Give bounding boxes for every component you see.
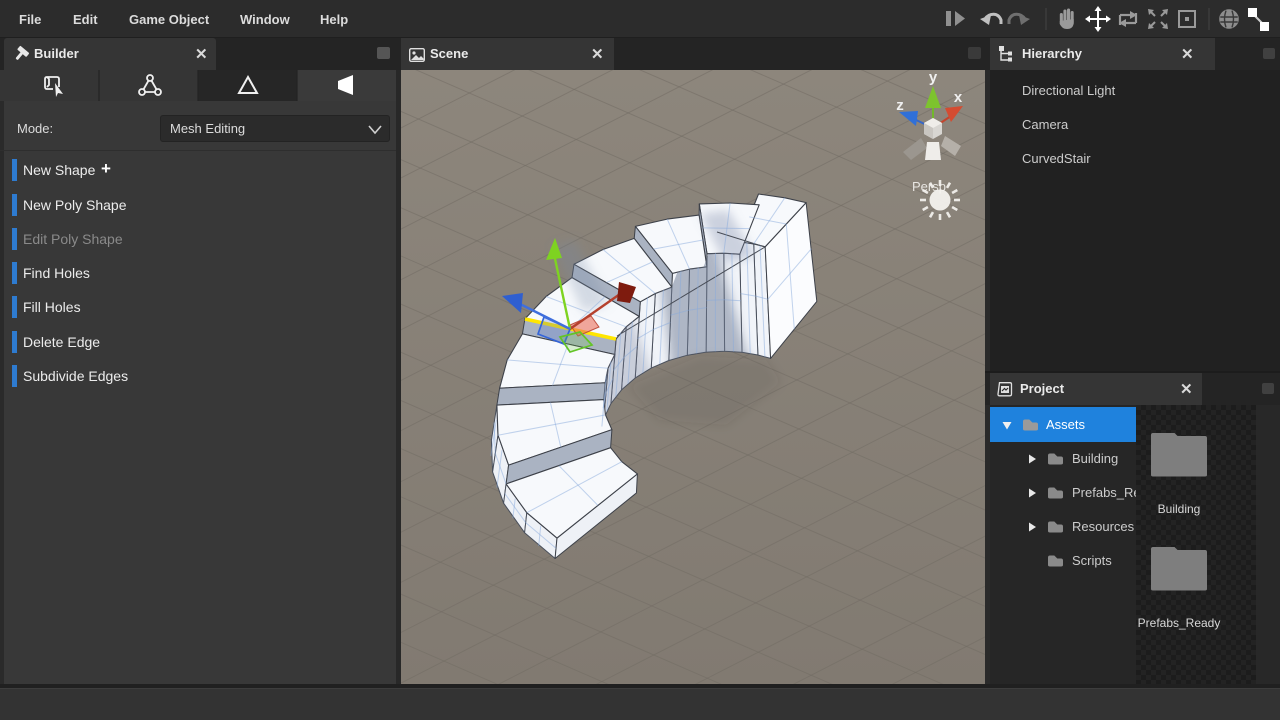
- svg-text:z: z: [896, 97, 904, 114]
- svg-text:Building: Building: [1158, 502, 1201, 516]
- svg-text:x: x: [954, 89, 963, 106]
- svg-text:y: y: [929, 70, 938, 86]
- svg-text:Prefabs_Ready: Prefabs_Ready: [1138, 616, 1221, 630]
